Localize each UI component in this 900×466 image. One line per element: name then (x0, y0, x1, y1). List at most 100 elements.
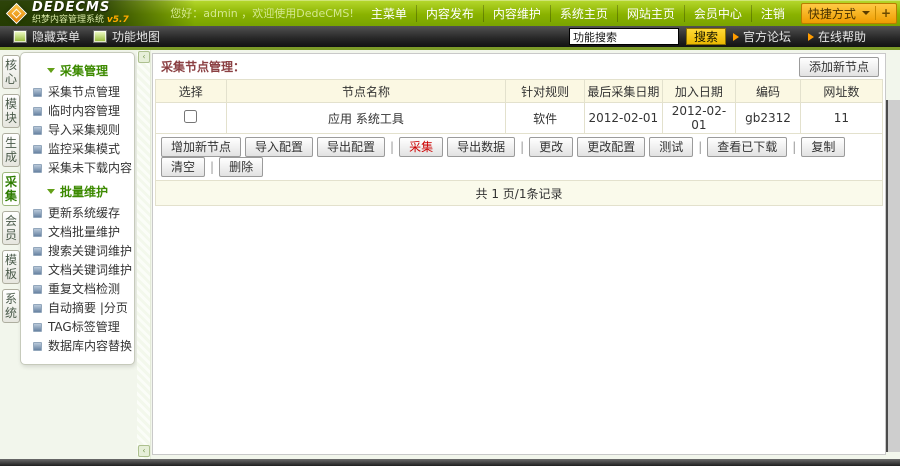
bullet-icon (33, 247, 42, 256)
module-tab[interactable]: 采集 (2, 172, 20, 206)
sidebar-item-label: 更新系统缓存 (48, 206, 121, 220)
dedecms-diamond-icon (7, 3, 26, 23)
function-search-input[interactable] (568, 28, 679, 45)
action-button[interactable]: 导出配置 (317, 137, 386, 157)
add-shortcut-button[interactable]: + (874, 6, 896, 20)
sidebar-item[interactable]: 数据库内容替换 (21, 337, 134, 356)
separator: | (390, 140, 395, 154)
actions-cell: 增加新节点 导入配置 导出配置 | 采集 导出数据 | 更改 更改配置 测试 | 查看已下载 | 复制清空… (155, 133, 883, 181)
quick-menu-button[interactable]: 快捷方式 + (800, 2, 897, 24)
module-tab[interactable]: 核心 (2, 55, 20, 89)
bullet-icon (33, 228, 42, 237)
sidebar-item-label: 采集未下载内容 (48, 161, 133, 175)
collapse-top-icon[interactable]: ‹ (138, 51, 150, 63)
sidebar-item[interactable]: 导入采集规则 (21, 121, 134, 140)
sidebar-item[interactable]: 重复文档检测 (21, 280, 134, 299)
sidebar-item[interactable]: 自动摘要 |分页 (21, 299, 134, 318)
row-cell: 软件 (505, 102, 585, 134)
header-menu-item[interactable]: 系统主页 (549, 4, 617, 22)
sidebar-item[interactable]: 采集节点管理 (21, 83, 134, 102)
row-checkbox[interactable] (184, 110, 198, 123)
function-map-button[interactable]: 功能地图 (93, 28, 160, 45)
sidebar-item-label: 临时内容管理 (48, 104, 121, 118)
row-cell: gb2312 (735, 102, 801, 134)
hide-menu-label: 隐藏菜单 (32, 30, 81, 44)
sidebar-group-header[interactable]: 采集管理 (21, 57, 134, 83)
action-button[interactable]: 查看已下载 (707, 137, 788, 157)
sidebar-group-title: 批量维护 (59, 185, 108, 199)
separator: | (520, 140, 525, 154)
module-tab[interactable]: 模板 (2, 250, 20, 284)
header-menu-item[interactable]: 网站主页 (616, 4, 684, 22)
toolbar-right: 搜索 官方论坛 在线帮助 (568, 28, 900, 45)
action-button[interactable]: 更改 (529, 137, 574, 157)
separator: | (210, 160, 215, 174)
module-tab[interactable]: 模块 (2, 94, 20, 128)
module-tab[interactable]: 会员 (2, 211, 20, 245)
hide-menu-button[interactable]: 隐藏菜单 (13, 28, 80, 45)
sidebar-item-label: 采集节点管理 (48, 85, 121, 99)
collapse-bottom-icon[interactable]: ‹ (138, 445, 150, 457)
actions-row: 增加新节点 导入配置 导出配置 | 采集 导出数据 | 更改 更改配置 测试 | 查看已下载 | 复制清空… (155, 133, 883, 181)
sidebar-item[interactable]: 搜索关键词维护 (21, 242, 134, 261)
action-button[interactable]: 导出数据 (447, 137, 516, 157)
sidebar-item[interactable]: 采集未下载内容 (21, 159, 134, 178)
header-menu-item[interactable]: 主菜单 (362, 5, 416, 22)
column-header: 选择 (155, 79, 227, 103)
row-cell: 2012-02-01 (661, 102, 737, 134)
header-menu-item[interactable]: 注销 (750, 4, 794, 22)
action-button[interactable]: 采集 (399, 137, 444, 157)
header-right: 您好：admin ，欢迎使用DedeCMS! 主菜单 内容发布 内容维护 系统主页 网站… (170, 2, 900, 24)
bullet-icon (33, 323, 42, 332)
right-scroll-gutter[interactable] (886, 100, 900, 452)
sidebar-item[interactable]: TAG标签管理 (21, 318, 134, 337)
function-map-icon (93, 30, 108, 43)
action-button[interactable]: 复制 (801, 137, 846, 157)
sidebar-collapse-strip[interactable]: ‹ ‹ (137, 50, 151, 459)
header-menu-item[interactable]: 会员中心 (683, 4, 751, 22)
module-tab[interactable]: 生成 (2, 133, 20, 167)
main-panel: 采集节点管理： 添加新节点 选择 节点名称 针对规则 最后采集日期 加入日期 编码 网址数 … (152, 53, 886, 455)
action-button[interactable]: 清空 (161, 157, 206, 177)
chevron-down-icon (46, 189, 55, 194)
toolbar-link[interactable]: 在线帮助 (807, 28, 866, 45)
separator: | (792, 140, 797, 154)
header-menu-item[interactable]: 内容发布 (415, 4, 483, 22)
sidebar-menu: 采集管理采集节点管理 临时内容管理导入采集规则 监控采集模式采集未下载内容批量维护更… (20, 52, 135, 365)
header-menu-item[interactable]: 内容维护 (482, 4, 550, 22)
row-cell: 11 (799, 102, 884, 134)
sidebar-item-label: 数据库内容替换 (48, 339, 133, 353)
sidebar-item[interactable]: 文档批量维护 (21, 223, 134, 242)
column-header: 节点名称 (225, 79, 507, 103)
search-button[interactable]: 搜索 (685, 28, 726, 45)
sidebar-item-label: TAG标签管理 (48, 320, 120, 334)
toolbar-link[interactable]: 官方论坛 (732, 28, 791, 45)
header-menu: 主菜单 内容发布 内容维护 系统主页 网站主页 会员中心 注销 (362, 4, 794, 22)
panel-header: 采集节点管理： 添加新节点 (153, 54, 885, 79)
module-tab[interactable]: 系统 (2, 289, 20, 323)
action-button[interactable]: 增加新节点 (161, 137, 242, 157)
add-node-button[interactable]: 添加新节点 (798, 56, 879, 77)
sidebar-group-header[interactable]: 批量维护 (21, 178, 134, 204)
sidebar-item[interactable]: 临时内容管理 (21, 102, 134, 121)
action-button[interactable]: 测试 (649, 137, 694, 157)
sidebar-group-title: 采集管理 (59, 64, 108, 78)
sidebar-groups: 采集管理采集节点管理 临时内容管理导入采集规则 监控采集模式采集未下载内容批量维护更… (21, 57, 134, 356)
chevron-down-icon (861, 11, 870, 15)
function-map-label: 功能地图 (112, 30, 161, 44)
sidebar-item[interactable]: 文档关键词维护 (21, 261, 134, 280)
brand-subtitle: 织梦内容管理系统 v5.7 (32, 15, 129, 25)
separator: | (698, 140, 703, 154)
sidebar-item[interactable]: 监控采集模式 (21, 140, 134, 159)
sidebar-item-label: 搜索关键词维护 (48, 244, 133, 258)
sidebar-item-label: 文档批量维护 (48, 225, 121, 239)
sidebar-item[interactable]: 更新系统缓存 (21, 204, 134, 223)
action-button[interactable]: 删除 (219, 157, 264, 177)
dedecms-admin-page: DEDECMS 织梦内容管理系统 v5.7 您好：admin ，欢迎使用Dede… (0, 0, 900, 466)
bullet-icon (33, 145, 42, 154)
version-label: v5.7 (106, 15, 129, 25)
action-button[interactable]: 导入配置 (245, 137, 314, 157)
column-header: 针对规则 (505, 79, 585, 103)
action-button[interactable]: 更改配置 (577, 137, 646, 157)
table-row: 应用 系统工具 软件 2012-02-01 2012-02-01 gb2312 11 (155, 102, 884, 134)
